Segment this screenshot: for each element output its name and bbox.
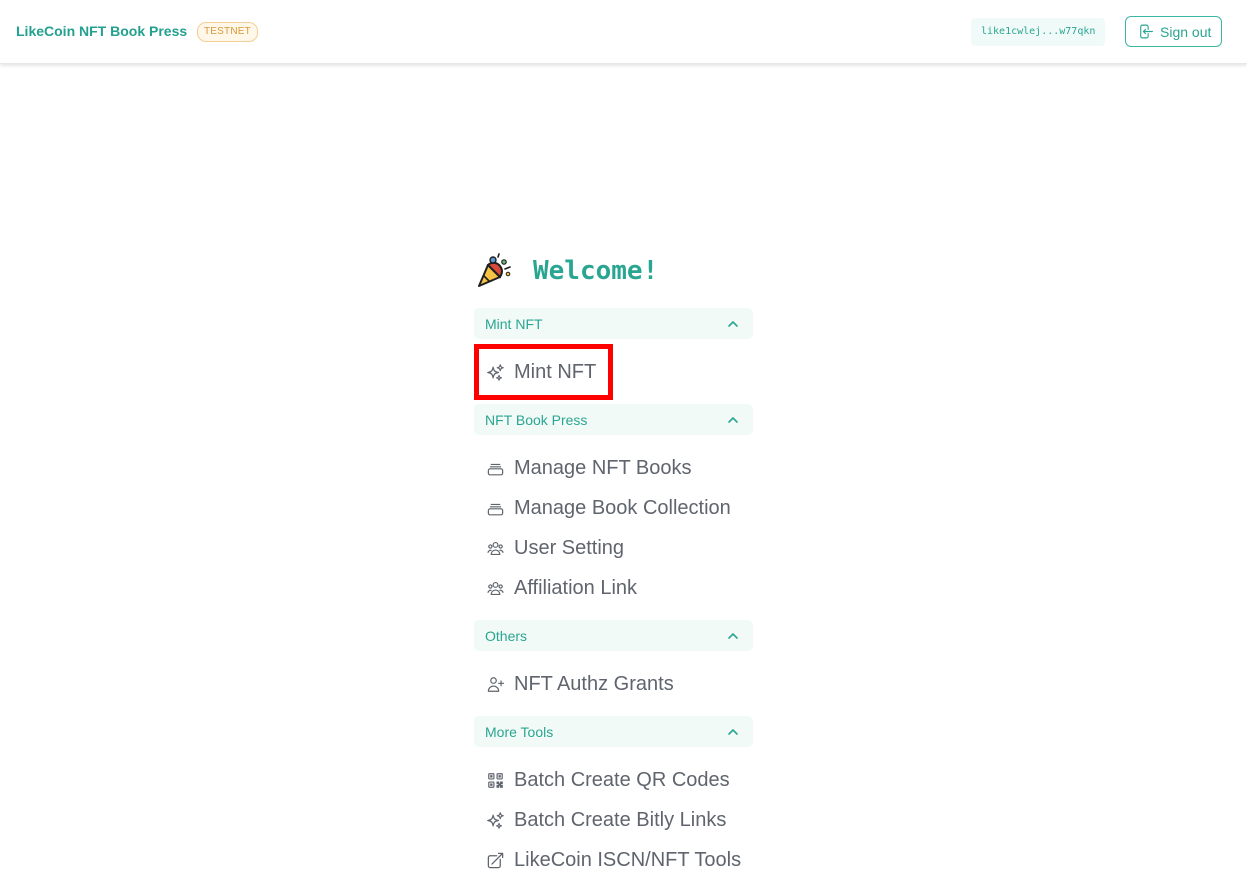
menu-item-label: Manage Book Collection bbox=[514, 496, 731, 519]
welcome-title: Welcome! bbox=[533, 256, 659, 286]
sign-out-icon bbox=[1140, 24, 1153, 39]
menu-item-nft-authz-grants[interactable]: NFT Authz Grants bbox=[486, 670, 674, 698]
chevron-up-icon bbox=[728, 320, 738, 327]
menu-item-label: User Setting bbox=[514, 536, 625, 559]
sparkles-icon bbox=[487, 811, 504, 829]
section-title: NFT Book Press bbox=[485, 411, 588, 428]
testnet-badge: TESTNET bbox=[197, 22, 258, 42]
menu-item-batch-create-bitly-links[interactable]: Batch Create Bitly Links bbox=[486, 806, 726, 834]
menu-item-affiliation-link[interactable]: Affiliation Link bbox=[486, 574, 637, 602]
chevron-up-icon bbox=[728, 632, 738, 639]
menu-item-label: Affiliation Link bbox=[514, 576, 638, 599]
top-bar: LikeCoin NFT Book Press TESTNET like1cwl… bbox=[0, 0, 1247, 64]
menu-item-manage-book-collection[interactable]: Manage Book Collection bbox=[486, 494, 731, 522]
menu-item-batch-create-qr-codes[interactable]: Batch Create QR Codes bbox=[486, 766, 730, 794]
menu-item-label: NFT Authz Grants bbox=[514, 672, 674, 695]
party-popper-icon bbox=[478, 253, 511, 287]
users-icon bbox=[487, 581, 504, 595]
book-stack-icon bbox=[487, 463, 504, 475]
chevron-up-icon bbox=[728, 416, 738, 423]
wallet-address[interactable]: like1cwlej...w77qkn bbox=[971, 18, 1106, 46]
menu-item-user-setting[interactable]: User Setting bbox=[486, 534, 624, 562]
welcome-heading: Welcome! bbox=[475, 252, 658, 290]
menu-item-label: Batch Create QR Codes bbox=[514, 768, 730, 791]
external-link-icon bbox=[487, 852, 504, 868]
section-header-more-tools[interactable]: More Tools bbox=[474, 716, 753, 747]
menu-item-label: Manage NFT Books bbox=[514, 456, 692, 479]
book-stack-icon bbox=[487, 503, 504, 515]
menu-item-manage-nft-books[interactable]: Manage NFT Books bbox=[486, 454, 692, 482]
qr-code-icon bbox=[488, 772, 503, 788]
section-header-nft-book-press[interactable]: NFT Book Press bbox=[474, 404, 753, 435]
menu-item-label: Batch Create Bitly Links bbox=[514, 808, 727, 831]
section-title: More Tools bbox=[485, 723, 554, 740]
users-icon bbox=[487, 541, 504, 555]
user-plus-icon bbox=[487, 676, 505, 692]
highlight-box bbox=[474, 344, 613, 400]
section-header-others[interactable]: Others bbox=[474, 620, 753, 651]
menu-item-likecoin-iscn-nft-tools[interactable]: LikeCoin ISCN/NFT Tools bbox=[486, 846, 741, 874]
chevron-up-icon bbox=[728, 728, 738, 735]
section-header-mint-nft[interactable]: Mint NFT bbox=[474, 308, 753, 339]
sign-out-label: Sign out bbox=[1160, 23, 1212, 40]
app-title[interactable]: LikeCoin NFT Book Press bbox=[16, 23, 187, 39]
sign-out-button[interactable]: Sign out bbox=[1125, 16, 1222, 47]
section-title: Others bbox=[485, 627, 528, 644]
menu-item-label: LikeCoin ISCN/NFT Tools bbox=[514, 848, 742, 871]
section-title: Mint NFT bbox=[485, 315, 543, 332]
